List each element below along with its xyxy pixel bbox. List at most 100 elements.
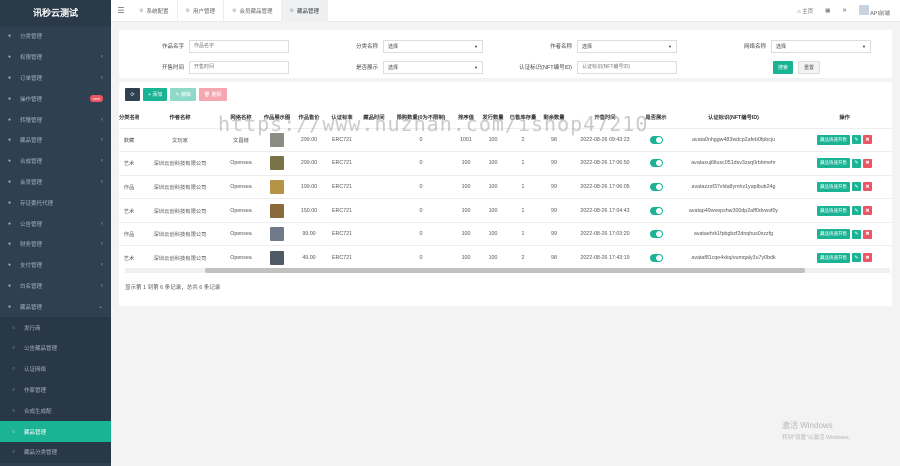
artwork-thumbnail[interactable] (270, 179, 284, 194)
sidebar-item[interactable]: ● 藏品管理 ⌄ (0, 296, 111, 317)
display-toggle[interactable] (649, 135, 663, 144)
column-header[interactable]: 作者名称 (139, 106, 221, 129)
column-header[interactable]: 认证标识(NFT编号ID) (671, 106, 796, 129)
refresh-button[interactable]: ⟳ (125, 88, 140, 101)
column-header[interactable]: 是否展示 (641, 106, 671, 129)
network-select[interactable]: 选择 ▼ (771, 39, 871, 53)
sidebar-item[interactable]: ● 合成管理 ‹ (0, 151, 111, 172)
display-toggle[interactable] (649, 230, 663, 239)
sidebar-item[interactable]: ● 权限管理 ‹ (0, 47, 111, 68)
trash-icon[interactable]: ✖ (863, 206, 872, 216)
sidebar-item[interactable]: ● 公告管理 ‹ (0, 213, 111, 234)
page-tab[interactable]: ⚙ 藏品管理 (281, 0, 328, 22)
filter-sale-time: 开售时间 (129, 60, 289, 74)
quick-sale-button[interactable]: 藏品快速开售 (817, 134, 850, 145)
table-row[interactable]: 艺术 深圳云创科技有限公司 Opensea 150.00 ERC721 0 100 100 1 9… (119, 198, 892, 223)
pencil-icon[interactable]: ✎ (852, 158, 861, 168)
trash-icon[interactable]: ✖ (863, 229, 872, 239)
sidebar-item[interactable]: ● 藏品管理 ‹ (0, 130, 111, 151)
page-tab[interactable]: ⚙ 系统配置 (131, 0, 178, 22)
column-header[interactable]: 限购数量(0为不限制) (389, 106, 453, 129)
sidebar-item[interactable]: ● 分类管理 (0, 26, 111, 47)
sidebar-subitem[interactable]: ○ 认证网络 (0, 358, 111, 380)
display-toggle[interactable] (649, 159, 663, 168)
artwork-thumbnail[interactable] (270, 203, 284, 218)
author-select[interactable]: 选择 ▼ (577, 39, 677, 53)
sidebar-item[interactable]: ● 白名管理 ‹ (0, 276, 111, 297)
edit-button[interactable]: ✎ 编辑 (170, 88, 196, 101)
pencil-icon[interactable]: ✎ (852, 206, 861, 216)
quick-sale-button[interactable]: 藏品快速开售 (817, 205, 850, 216)
sidebar-subitem[interactable]: ○ 公告藏品管理 (0, 337, 111, 359)
sidebar-subitem[interactable]: ○ 作家管理 (0, 379, 111, 401)
delete-button[interactable]: 🗑 删除 (198, 88, 227, 101)
page-tab[interactable]: ⚙ 会员藏品管理 (224, 0, 282, 22)
user-menu[interactable]: API前端 (858, 4, 890, 17)
table-row[interactable]: 艺术 深圳云创科技有限公司 Opensea 49.00 ERC721 0 100 100 2 98… (119, 245, 892, 268)
display-toggle[interactable] (649, 253, 663, 262)
trash-icon[interactable]: ✖ (863, 135, 872, 145)
column-header[interactable]: 认证标准 (325, 106, 359, 129)
horizontal-scrollbar[interactable] (125, 268, 890, 273)
table-scroll-area[interactable]: 分类名称 作者名称 网络名称 作品展示图 作品售价 认证标准 藏品时间 限购数量(0为不限制)… (119, 106, 892, 268)
sale-time-input[interactable] (189, 60, 289, 74)
column-header[interactable]: 剩余数量 (539, 106, 569, 129)
column-header[interactable]: 已售库存量 (507, 106, 539, 129)
quick-sale-button[interactable]: 藏品快速开售 (817, 229, 850, 240)
table-row[interactable]: 数藏 文玩家 文昌链 299.00 ERC721 0 1001 100 2 98 2022-08-2… (119, 128, 892, 153)
category-select[interactable]: 选择 ▼ (383, 39, 483, 53)
theme-icon[interactable]: ▦ (825, 8, 830, 14)
pencil-icon[interactable]: ✎ (852, 135, 861, 145)
artwork-thumbnail[interactable] (270, 227, 284, 242)
artwork-thumbnail[interactable] (270, 132, 284, 147)
display-toggle[interactable] (649, 206, 663, 215)
sidebar-item[interactable]: ● 转赠管理 ‹ (0, 109, 111, 130)
artwork-thumbnail[interactable] (270, 250, 284, 265)
nft-id-input[interactable] (577, 60, 677, 74)
pencil-icon[interactable]: ✎ (852, 253, 861, 263)
column-header[interactable]: 开售时间 (569, 106, 641, 129)
title-input[interactable] (189, 39, 289, 53)
page-tab[interactable]: ⚙ 用户管理 (178, 0, 224, 22)
sidebar-item[interactable]: ● 订单管理 ‹ (0, 68, 111, 89)
pencil-icon[interactable]: ✎ (852, 182, 861, 192)
sidebar-item[interactable]: ● 支付管理 ‹ (0, 255, 111, 276)
column-header[interactable]: 作品展示图 (261, 106, 293, 129)
fullscreen-icon[interactable]: ✕ (842, 8, 847, 14)
search-button[interactable]: 搜索 (773, 61, 794, 74)
sidebar-item[interactable]: ● 操作管理 new (0, 88, 111, 109)
artwork-thumbnail[interactable] (270, 156, 284, 171)
add-button[interactable]: + 添加 (143, 88, 168, 101)
column-header[interactable]: 网络名称 (221, 106, 261, 129)
sidebar-subitem[interactable]: ○ 合成生成配 (0, 400, 111, 422)
trash-icon[interactable]: ✖ (863, 253, 872, 263)
display-toggle[interactable] (649, 182, 663, 191)
column-header[interactable]: 藏品时间 (359, 106, 389, 129)
sidebar-item[interactable]: ● 存证委托代理 (0, 192, 111, 213)
quick-sale-button[interactable]: 藏品快速开售 (817, 252, 850, 263)
sidebar-subitem[interactable]: ○ 藏品分类管理 (0, 441, 111, 463)
table-row[interactable]: 艺术 深圳云创科技有限公司 Opensea 299.00 ERC721 0 100 100 1 9… (119, 151, 892, 176)
trash-icon[interactable]: ✖ (863, 182, 872, 192)
sidebar-subitem[interactable]: ○ 发行商 (0, 317, 111, 338)
display-select[interactable]: 选择 ▼ (383, 60, 483, 74)
scrollbar-thumb[interactable] (205, 268, 805, 273)
column-header[interactable]: 排序值 (453, 106, 479, 129)
column-header[interactable]: 操作 (796, 106, 892, 129)
sidebar-subitem[interactable]: ○ 藏品管理 (0, 421, 111, 442)
sidebar-item[interactable]: ● 会员管理 ‹ (0, 172, 111, 193)
row-actions: 藏品快速开售 ✎ ✖ (796, 151, 892, 176)
quick-sale-button[interactable]: 藏品快速开售 (817, 181, 850, 192)
pencil-icon[interactable]: ✎ (852, 229, 861, 239)
table-row[interactable]: 作品 深圳云创科技有限公司 Opensea 199.00 ERC721 0 100 100 1 9… (119, 175, 892, 200)
table-row[interactable]: 作品 深圳云创科技有限公司 Opensea 99.00 ERC721 0 100 100 1 99… (119, 222, 892, 247)
column-header[interactable]: 分类名称 (119, 106, 139, 129)
home-link[interactable]: ⌂ 主页 (797, 7, 813, 15)
menu-toggle-icon[interactable]: ☰ (111, 6, 131, 15)
column-header[interactable]: 发行数量 (479, 106, 507, 129)
trash-icon[interactable]: ✖ (863, 158, 872, 168)
sidebar-item[interactable]: ● 财务管理 ‹ (0, 234, 111, 255)
quick-sale-button[interactable]: 藏品快速开售 (817, 158, 850, 169)
column-header[interactable]: 作品售价 (293, 106, 325, 129)
reset-button[interactable]: 重置 (798, 61, 821, 74)
